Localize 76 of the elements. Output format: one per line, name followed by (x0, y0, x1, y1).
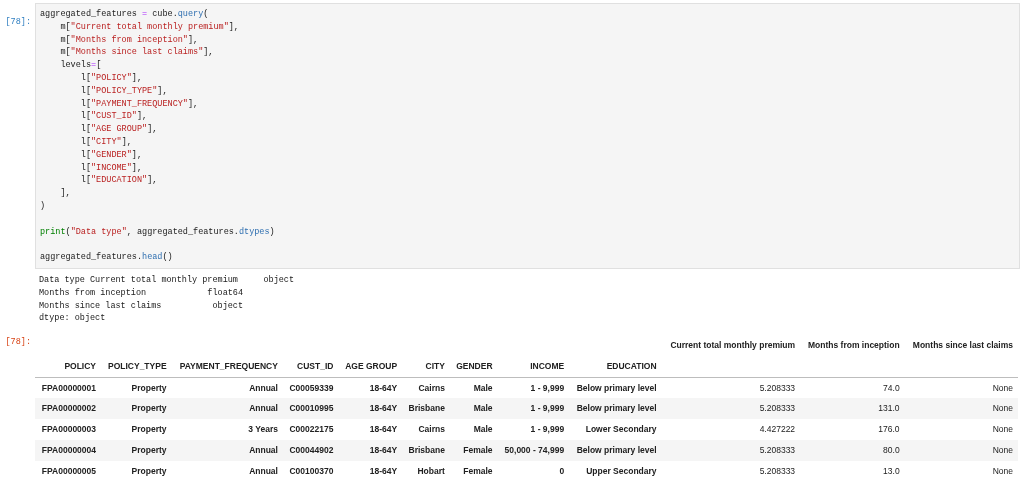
index-cell: Annual (171, 461, 283, 483)
index-header: POLICY (35, 356, 102, 378)
table-cell: None (904, 440, 1018, 462)
index-cell: 18-64Y (338, 377, 403, 399)
table-cell: 131.0 (800, 398, 905, 420)
table-cell: 5.208333 (661, 461, 801, 483)
table-cell: None (904, 398, 1018, 420)
index-cell: Male (449, 377, 498, 399)
index-cell: Cairns (402, 419, 450, 441)
column-header: Months from inception (807, 339, 901, 353)
code-cell[interactable]: aggregated_features = cube.query( m["Current total monthly premium"], m["Months from inception"], m["Months since last claims"], levels=[ l["POLICY"], l["POLICY_TYPE"], l["PAYMENT_FREQUENCY"], l["CUST_ID"], l["AGE GROUP"], l["CITY"], l["GENDER"], l["INCOME"], l["EDUCATION"], ], ) print("Data type", aggregated_features.dtypes) aggregated_features.head() (35, 3, 1020, 269)
index-cell: Lower Secondary (569, 419, 662, 441)
index-cell: Brisbane (402, 398, 450, 420)
index-header: GENDER (449, 356, 498, 378)
index-cell: Male (449, 398, 498, 420)
index-cell: Property (101, 440, 172, 462)
index-cell: C00010995 (282, 398, 339, 420)
stream-output: Data type Current total monthly premium object Months from inception float64 Months since last claims object dtype: object (38, 273, 296, 326)
index-cell: 50,000 - 74,999 (497, 440, 570, 462)
index-header: AGE GROUP (338, 356, 403, 378)
index-cell: 1 - 9,999 (497, 419, 570, 441)
table-cell: 13.0 (800, 461, 905, 483)
index-cell: C00059339 (282, 377, 339, 399)
input-prompt: [78]: (5, 17, 31, 27)
index-cell: 18-64Y (338, 398, 403, 420)
index-cell: Cairns (402, 377, 450, 399)
index-cell: Below primary level (569, 398, 662, 420)
index-cell: FPA00000004 (35, 440, 102, 462)
index-cell: 18-64Y (338, 419, 403, 441)
index-cell: Upper Secondary (569, 461, 662, 483)
table-cell: None (904, 419, 1018, 441)
index-cell: Annual (171, 440, 283, 462)
column-header: Current total monthly premium (669, 339, 797, 353)
index-cell: FPA00000002 (35, 398, 102, 420)
index-cell: 1 - 9,999 (497, 398, 570, 420)
index-cell: C00044902 (282, 440, 339, 462)
index-cell: Female (449, 461, 498, 483)
index-cell: 0 (497, 461, 570, 483)
index-cell: Annual (171, 398, 283, 420)
index-cell: FPA00000005 (35, 461, 102, 483)
index-header: INCOME (497, 356, 570, 378)
index-header: CUST_ID (282, 356, 339, 378)
index-cell: Male (449, 419, 498, 441)
index-header: PAYMENT_FREQUENCY (171, 356, 283, 378)
index-cell: Below primary level (569, 440, 662, 462)
index-cell: Below primary level (569, 377, 662, 399)
table-cell: 80.0 (800, 440, 905, 462)
table-cell: 74.0 (800, 377, 905, 399)
index-cell: 1 - 9,999 (497, 377, 570, 399)
index-cell: Property (101, 419, 172, 441)
index-cell: 18-64Y (338, 440, 403, 462)
index-cell: FPA00000003 (35, 419, 102, 441)
index-cell: Property (101, 461, 172, 483)
index-header: CITY (402, 356, 450, 378)
table-cell: 5.208333 (661, 377, 801, 399)
table-cell: None (904, 377, 1018, 399)
index-cell: C00100370 (282, 461, 339, 483)
table-cell: 176.0 (800, 419, 905, 441)
index-cell: Hobart (402, 461, 450, 483)
table-cell: 4.427222 (661, 419, 801, 441)
index-cell: FPA00000001 (35, 377, 102, 399)
index-cell: Female (449, 440, 498, 462)
index-cell: C00022175 (282, 419, 339, 441)
index-header: EDUCATION (569, 356, 662, 378)
column-header: Months since last claims (911, 339, 1014, 353)
table-cell: None (904, 461, 1018, 483)
index-cell: Brisbane (402, 440, 450, 462)
output-prompt: [78]: (5, 337, 31, 348)
index-header: POLICY_TYPE (101, 356, 172, 378)
table-cell: 5.208333 (661, 398, 801, 420)
index-cell: Annual (171, 377, 283, 399)
index-cell: 18-64Y (338, 461, 403, 483)
index-cell: Property (101, 398, 172, 420)
index-cell: Property (101, 377, 172, 399)
table-cell: 5.208333 (661, 440, 801, 462)
index-cell: 3 Years (171, 419, 283, 441)
